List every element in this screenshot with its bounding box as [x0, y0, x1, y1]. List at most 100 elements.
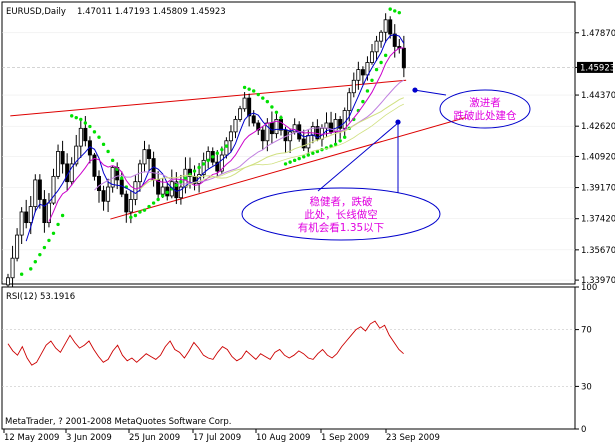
candle-body: [269, 122, 274, 135]
candle-body: [401, 47, 406, 69]
sar-dot: [297, 156, 301, 161]
candle-body: [6, 277, 11, 286]
sar-dot: [56, 222, 60, 227]
sar-dot: [242, 85, 247, 90]
candle-body: [156, 179, 161, 195]
sar-dot: [165, 190, 169, 195]
sar-dot: [247, 87, 251, 91]
sar-dot: [206, 158, 210, 163]
sar-dot: [383, 53, 388, 58]
price-tick-label-0: 1.47870: [581, 29, 615, 39]
candle-body: [392, 33, 397, 47]
candle-body: [379, 31, 384, 42]
candle-body: [124, 193, 129, 213]
sar-dot: [101, 142, 106, 147]
candle-body: [24, 211, 29, 224]
candle-body: [351, 79, 356, 94]
rsi-tick-label-3: 0: [581, 425, 586, 435]
sar-dot: [83, 121, 88, 125]
sar-dot: [393, 9, 397, 13]
sar-dot: [138, 210, 142, 214]
sar-dot: [379, 60, 383, 65]
sar-dot: [252, 89, 256, 93]
sar-dot: [92, 130, 97, 134]
rsi-tick-label-2: 30: [581, 382, 592, 392]
candle-body: [19, 211, 24, 236]
sar-dot: [97, 135, 101, 139]
candle: [33, 174, 38, 213]
sar-dot: [224, 144, 229, 148]
sar-dot: [279, 115, 283, 120]
sar-dot: [397, 10, 401, 15]
candle-body: [97, 175, 102, 191]
candle-body: [374, 40, 379, 53]
candle-body: [133, 181, 138, 200]
date-tick-label-0: 12 May 2009: [4, 433, 59, 443]
candle-body: [151, 158, 156, 181]
sar-dot: [29, 267, 33, 271]
sar-dot: [19, 272, 24, 276]
chart-header-ohlc: 1.47011 1.47193 1.45809 1.45923: [77, 7, 226, 17]
sar-dot: [161, 194, 165, 198]
sar-dot: [142, 208, 147, 212]
candle-body: [228, 131, 233, 142]
candle-body: [42, 199, 47, 224]
sar-dot: [201, 162, 206, 166]
price-tick-label-6: 1.35670: [581, 246, 615, 256]
sar-dot: [47, 238, 51, 243]
price-tick-label-1: 1.44370: [581, 91, 615, 101]
sar-dot: [179, 179, 183, 184]
candle-body: [283, 129, 288, 142]
candle-body: [233, 119, 238, 133]
sar-dot: [361, 99, 365, 104]
sar-dot: [79, 117, 83, 122]
candle-body: [251, 115, 256, 124]
sar-dot: [388, 7, 392, 11]
sar-dot: [70, 114, 74, 118]
date-tick-label-2: 25 Jun 2009: [129, 433, 180, 443]
sar-dot: [42, 245, 47, 250]
sar-dot: [147, 204, 151, 209]
chart-header-symbol: EURUSD,Daily: [6, 7, 66, 17]
candle-body: [347, 92, 352, 111]
candle-body: [369, 51, 374, 63]
candle-body: [329, 122, 334, 133]
candle-body: [83, 127, 88, 142]
candle-body: [301, 138, 306, 149]
candle-body: [242, 97, 247, 110]
chart-canvas: EURUSD,Daily 1.47011 1.47193 1.45809 1.4…: [1, 1, 615, 443]
candle-body: [15, 234, 20, 259]
aggressive-note-line-1: 激进者: [469, 96, 501, 109]
sar-dot: [51, 231, 56, 235]
candle-body: [224, 140, 229, 156]
candle-body: [28, 206, 33, 224]
sar-dot: [106, 149, 110, 154]
sar-dot: [288, 160, 292, 164]
candle-body: [306, 135, 311, 149]
conservative-marker-dot: [395, 119, 401, 125]
sar-dot: [120, 176, 124, 180]
price-tick-label-5: 1.37420: [581, 215, 615, 225]
candle-body: [278, 119, 283, 131]
rsi-axis: 100 70 30 0: [575, 283, 597, 435]
aggressive-note-line-2: 跌破此处建仓: [454, 109, 517, 122]
candle-body: [288, 131, 293, 142]
candle-body: [360, 69, 365, 76]
sar-dot: [220, 147, 224, 152]
current-price-label: 1.45923: [580, 63, 615, 73]
sar-dot: [370, 78, 374, 82]
sar-dot: [338, 139, 342, 143]
sar-dot: [311, 151, 315, 155]
sar-dot: [343, 135, 347, 139]
candle-body: [37, 179, 42, 200]
sar-dot: [374, 67, 379, 72]
current-price-marker: 1.45923: [575, 61, 615, 73]
sar-dot: [283, 162, 288, 166]
date-tick-label-6: 23 Sep 2009: [386, 433, 440, 443]
sar-dot: [156, 197, 160, 202]
candle: [92, 152, 97, 181]
candle-body: [356, 69, 361, 81]
candle-body: [106, 186, 111, 202]
sar-dot: [133, 213, 138, 218]
sar-dot: [174, 183, 179, 187]
